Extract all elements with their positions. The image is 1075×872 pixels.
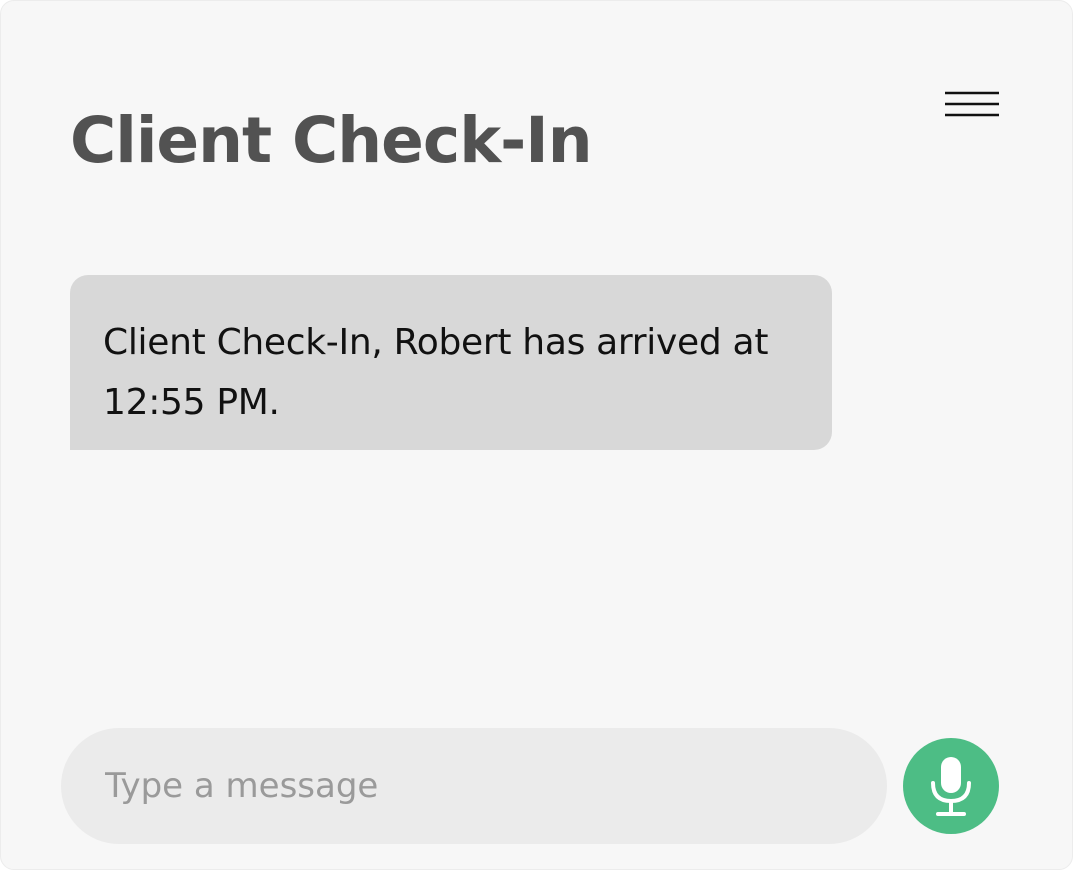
chat-window: Client Check-In Client Check-In, Robert … <box>0 0 1073 870</box>
message-composer <box>61 728 887 844</box>
hamburger-menu-icon <box>945 91 999 117</box>
menu-button[interactable] <box>939 85 1005 125</box>
message-text: Client Check-In, Robert has arrived at 1… <box>103 322 769 423</box>
microphone-icon <box>931 757 971 816</box>
message-input[interactable] <box>105 748 845 824</box>
page-title: Client Check-In <box>70 104 593 177</box>
message-bubble: Client Check-In, Robert has arrived at 1… <box>70 275 832 450</box>
microphone-button[interactable] <box>903 738 999 834</box>
